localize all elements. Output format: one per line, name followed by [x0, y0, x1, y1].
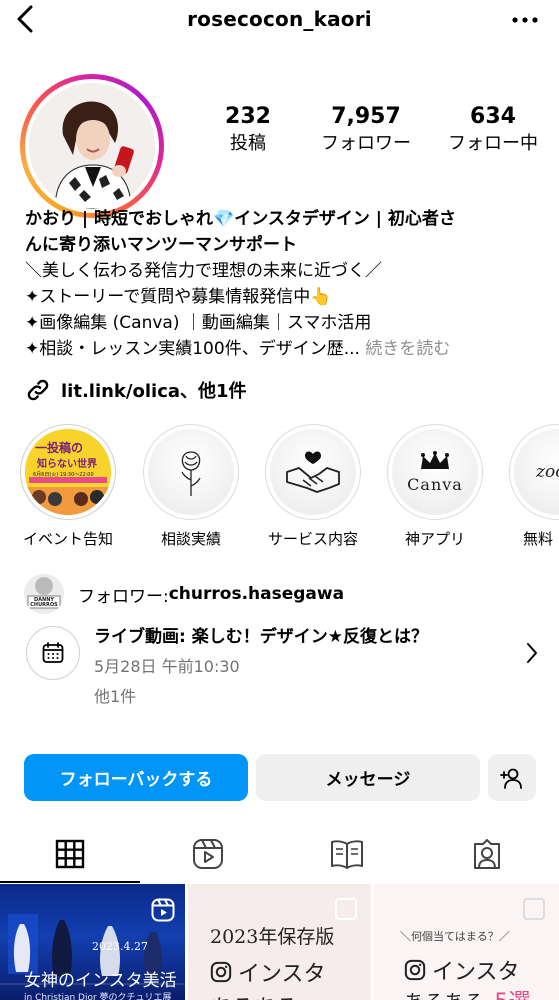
bio-line-1: ＼美しく伝わる発信力で理想の未来に近づく／ [25, 261, 382, 281]
more-dots-icon [512, 17, 538, 23]
profile-tabs [0, 822, 559, 884]
highlight-label: 相談実績 [160, 530, 221, 548]
follow-back-button[interactable]: フォローバックする [24, 754, 248, 801]
followers-number: 7,957 [331, 104, 401, 129]
post-2-line-2: インスタ [238, 962, 326, 987]
following-number: 634 [470, 104, 516, 129]
chevron-right-icon [526, 642, 538, 668]
highlight-event-cover-note: 6月6日(火) 19:30〜22:00 [33, 472, 94, 478]
event-date: 5月28日 午前10:30 [94, 657, 240, 676]
highlight-event-cover-sub: 知らない世界 [37, 459, 97, 470]
post-2-line-3: あるある [210, 990, 298, 1000]
highlight-label: イベント告知 [22, 530, 113, 548]
highlight-label: 神アプリ [404, 530, 465, 548]
avatar [29, 83, 155, 209]
tab-posts-grid[interactable] [50, 834, 90, 874]
bio-line-4: ✦相談・レッスン実績100件、デザイン歴... [25, 339, 360, 359]
multi-select-icon [523, 898, 545, 920]
rose-icon [181, 451, 201, 496]
event-title: ライブ動画: 楽しむ！デザイン★反復とは？ [94, 627, 428, 647]
highlight-apps[interactable]: Canva 神アプリ [387, 424, 483, 549]
post-3-line-2-wrapper: インスタ [404, 954, 520, 986]
profile-avatar-story-ring[interactable] [20, 74, 164, 218]
tab-reels[interactable] [188, 834, 228, 874]
profile-header: rosecocon_kaori [0, 0, 559, 44]
following-count[interactable]: 634 フォロー中 [436, 104, 550, 156]
bio-name-line-2: んに寄り添いマンツーマンサポート [25, 235, 297, 255]
highlight-label: サービス内容 [267, 530, 358, 548]
event-more-count: 他1件 [94, 687, 137, 706]
bio-line-4-wrapper: ✦相談・レッスン実績100件、デザイン歴... 続きを読む [25, 336, 545, 362]
upcoming-live-event[interactable]: ライブ動画: 楽しむ！デザイン★反復とは？ 5月28日 午前10:30 他1件 [24, 624, 544, 714]
multi-select-icon [335, 898, 357, 920]
post-2-line-2-wrapper: インスタ [210, 956, 326, 988]
grid-icon [55, 839, 85, 869]
active-tab-indicator [0, 881, 140, 883]
tagged-person-icon [474, 839, 500, 869]
bio-link[interactable]: lit.link/olica、他1件 [25, 377, 247, 403]
followed-by-prefix: フォロワー: [78, 586, 169, 607]
reel-indicator-icon [151, 898, 175, 926]
read-more-link[interactable]: 続きを読む [360, 339, 450, 359]
message-button[interactable]: メッセージ [256, 754, 480, 801]
highlight-free[interactable]: zoo 無料 [509, 424, 559, 549]
post-3-accent: 5選 [494, 990, 530, 1000]
follower-avatar: DANNY CHURROS [24, 574, 64, 614]
highlight-apps-cover-text: Canva [407, 474, 463, 494]
calendar-icon-wrapper [26, 626, 80, 680]
bio-name-line-1: かおり | 時短でおしゃれ💎インスタデザイン | 初心者さ [25, 209, 456, 229]
highlight-event-cover-title: 一投稿の [35, 441, 84, 455]
post-1-title: 女神のインスタ美活 [24, 971, 177, 991]
bio-line-3: ✦画像編集 (Canva) ｜動画編集｜スマホ活用 [25, 313, 372, 333]
highlight-free-cover-text: zoo [536, 462, 559, 482]
add-person-icon [500, 768, 522, 789]
post-thumbnail[interactable]: ＼何個当てはまる？／ インスタ あるある 5選 [374, 884, 559, 1000]
following-label: フォロー中 [448, 133, 538, 154]
posts-label: 投稿 [230, 133, 266, 154]
tab-guides[interactable] [327, 834, 367, 874]
story-highlights: 一投稿の 知らない世界 6月6日(火) 19:30〜22:00 イベント告知 相… [0, 424, 559, 554]
tab-tagged[interactable] [467, 834, 507, 874]
post-2-line-1: 2023年保存版 [210, 926, 335, 948]
profile-bio: かおり | 時短でおしゃれ💎インスタデザイン | 初心者さ んに寄り添いマンツー… [25, 206, 545, 362]
post-thumbnail[interactable]: 2023年保存版 インスタ あるある [188, 884, 371, 1000]
handshake-icon [286, 451, 340, 493]
followed-by-username: churros.hasegawa [168, 584, 345, 604]
link-icon [27, 379, 49, 401]
reels-icon [193, 839, 223, 869]
bio-link-text: lit.link/olica、他1件 [61, 381, 247, 402]
post-1-subtitle: in Christian Dior 夢のクチュリエ展 [24, 993, 172, 1000]
bio-line-2: ✦ストーリーで質問や募集情報発信中👆 [25, 287, 332, 307]
instagram-icon [210, 961, 232, 983]
post-3-line-3-wrapper: あるある 5選 [404, 984, 530, 1000]
post-3-line-3: あるある [404, 990, 484, 1000]
post-1-date: 2023.4.27 [92, 940, 148, 953]
posts-number: 232 [225, 104, 271, 129]
profile-stats: 232 投稿 7,957 フォロワー 634 フォロー中 [200, 104, 550, 156]
suggested-users-button[interactable] [488, 754, 536, 801]
more-options-button[interactable] [509, 6, 541, 34]
calendar-icon [42, 642, 64, 663]
posts-grid: 2023.4.27 女神のインスタ美活 in Christian Dior 夢の… [0, 884, 559, 1000]
post-3-line-1: ＼何個当てはまる？／ [400, 930, 510, 943]
highlight-services[interactable]: サービス内容 [265, 424, 361, 549]
highlight-event[interactable]: 一投稿の 知らない世界 6月6日(火) 19:30〜22:00 イベント告知 [20, 424, 116, 549]
followers-count[interactable]: 7,957 フォロワー [296, 104, 436, 156]
username-title: rosecocon_kaori [187, 7, 372, 31]
follower-avatar-text: DANNY CHURROS [30, 597, 58, 608]
followers-label: フォロワー [321, 133, 411, 154]
posts-count[interactable]: 232 投稿 [200, 104, 296, 156]
crown-icon [421, 450, 449, 469]
instagram-icon [404, 959, 426, 981]
followed-by-row[interactable]: DANNY CHURROS フォロワー: churros.hasegawa [24, 574, 344, 614]
post-thumbnail[interactable]: 2023.4.27 女神のインスタ美活 in Christian Dior 夢の… [0, 884, 185, 1000]
book-icon [331, 840, 363, 869]
highlight-consultation[interactable]: 相談実績 [143, 424, 239, 549]
post-3-line-2: インスタ [432, 960, 520, 985]
highlight-label: 無料 [523, 530, 554, 548]
